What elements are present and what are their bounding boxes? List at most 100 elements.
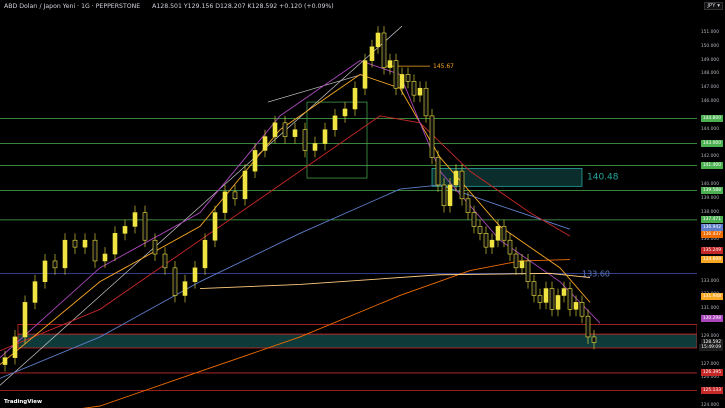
candle <box>332 115 338 131</box>
price-tag: 137.471 <box>700 216 723 224</box>
candle <box>242 170 248 200</box>
price-tag: 130.298 <box>700 315 723 323</box>
candle <box>32 281 38 303</box>
price-tag: 135.249 <box>700 247 723 255</box>
candle <box>537 295 543 303</box>
candle <box>62 239 68 269</box>
candle <box>122 226 128 234</box>
candle <box>272 122 278 137</box>
candle <box>82 239 88 248</box>
candle <box>132 212 138 227</box>
price-tag: 141.400 <box>700 162 723 170</box>
candle <box>292 129 298 137</box>
candle <box>477 226 483 234</box>
chart-area[interactable]: 145.67 140.48 133.60 <box>0 0 697 408</box>
price-scale-label: 146.000 <box>700 99 719 105</box>
high-price-label: 145.67 <box>433 63 454 70</box>
price-tag: 134.609 <box>700 255 723 263</box>
candle <box>282 122 288 137</box>
candle <box>501 226 507 241</box>
symbol-header: ABD Doları / Japon Yeni · 1G · PEPPERSTO… <box>4 3 334 10</box>
candle <box>262 136 268 151</box>
candle <box>222 191 228 213</box>
ohlc-values: A128.501 Y129.156 D128.207 K128.592 +0.1… <box>152 3 334 10</box>
candle <box>513 253 519 269</box>
candle <box>399 74 405 89</box>
candle <box>252 150 258 172</box>
candle <box>52 260 58 269</box>
candle <box>387 60 393 68</box>
price-tag: 139.588 <box>700 187 723 195</box>
range-box <box>306 101 368 179</box>
price-tag: 143.000 <box>700 140 723 148</box>
candle <box>405 74 411 82</box>
resistance-label: 140.48 <box>587 173 619 183</box>
candle <box>352 87 358 110</box>
candle <box>459 170 465 200</box>
price-tag: 136.437 <box>700 230 723 238</box>
price-tag: 136.942 <box>700 223 723 231</box>
candle <box>12 336 18 358</box>
price-tag: 131.948 <box>700 292 723 300</box>
candle <box>435 157 441 186</box>
candle <box>393 60 399 89</box>
candle <box>417 87 423 96</box>
price-scale-label: 150.000 <box>700 43 719 49</box>
candle <box>465 198 471 213</box>
candle <box>152 239 158 255</box>
candle <box>212 212 218 241</box>
candle <box>543 288 549 303</box>
candle <box>192 267 198 282</box>
candle <box>202 239 208 269</box>
candle <box>92 239 98 262</box>
price-tag: 126.395 <box>700 369 723 377</box>
ma-yellow <box>0 73 591 365</box>
candle <box>312 143 318 151</box>
candle <box>362 60 368 89</box>
candle <box>579 302 585 317</box>
candle <box>483 233 489 248</box>
candle <box>112 233 118 255</box>
candle <box>322 129 328 144</box>
price-tag: 15:49:09 <box>699 344 723 352</box>
candle <box>453 170 459 186</box>
candle <box>441 184 447 206</box>
candle <box>42 260 48 282</box>
candle <box>2 357 8 365</box>
price-scale-label: 151.000 <box>700 30 719 35</box>
tradingview-logo[interactable]: TradingView <box>4 399 42 405</box>
price-scale-label: 136.000 <box>700 237 719 243</box>
symbol-title[interactable]: ABD Doları / Japon Yeni · 1G · PEPPERSTO… <box>4 3 140 10</box>
candle <box>489 239 495 248</box>
candle <box>72 239 78 248</box>
currency-selector[interactable]: JPY ▾ <box>704 2 723 10</box>
candle <box>381 32 387 68</box>
candle <box>585 315 591 338</box>
candle <box>302 129 308 151</box>
candle <box>22 302 28 338</box>
price-scale-label: 138.000 <box>700 209 719 215</box>
price-scale-label: 144.000 <box>700 126 719 132</box>
price-scale-label: 147.000 <box>700 85 719 91</box>
candle <box>519 260 525 269</box>
candle <box>471 212 477 227</box>
candle <box>447 184 453 206</box>
candle <box>182 281 188 296</box>
candle <box>573 302 579 310</box>
ma-blue <box>0 184 571 379</box>
price-scale-label: 124.000 <box>700 403 719 408</box>
candle <box>423 87 429 117</box>
candle <box>369 46 375 61</box>
price-chart[interactable]: 145.67 140.48 133.60 <box>0 0 697 408</box>
candle <box>102 253 108 262</box>
trend-line <box>267 74 363 103</box>
candle <box>555 295 561 310</box>
candle <box>561 288 567 296</box>
price-scale-label: 142.000 <box>700 154 719 160</box>
candle <box>172 267 178 296</box>
price-scale-label: 149.000 <box>700 57 719 63</box>
price-scale-label: 139.000 <box>700 195 719 201</box>
candle <box>495 226 501 241</box>
candle <box>567 288 573 310</box>
candle <box>411 81 417 96</box>
